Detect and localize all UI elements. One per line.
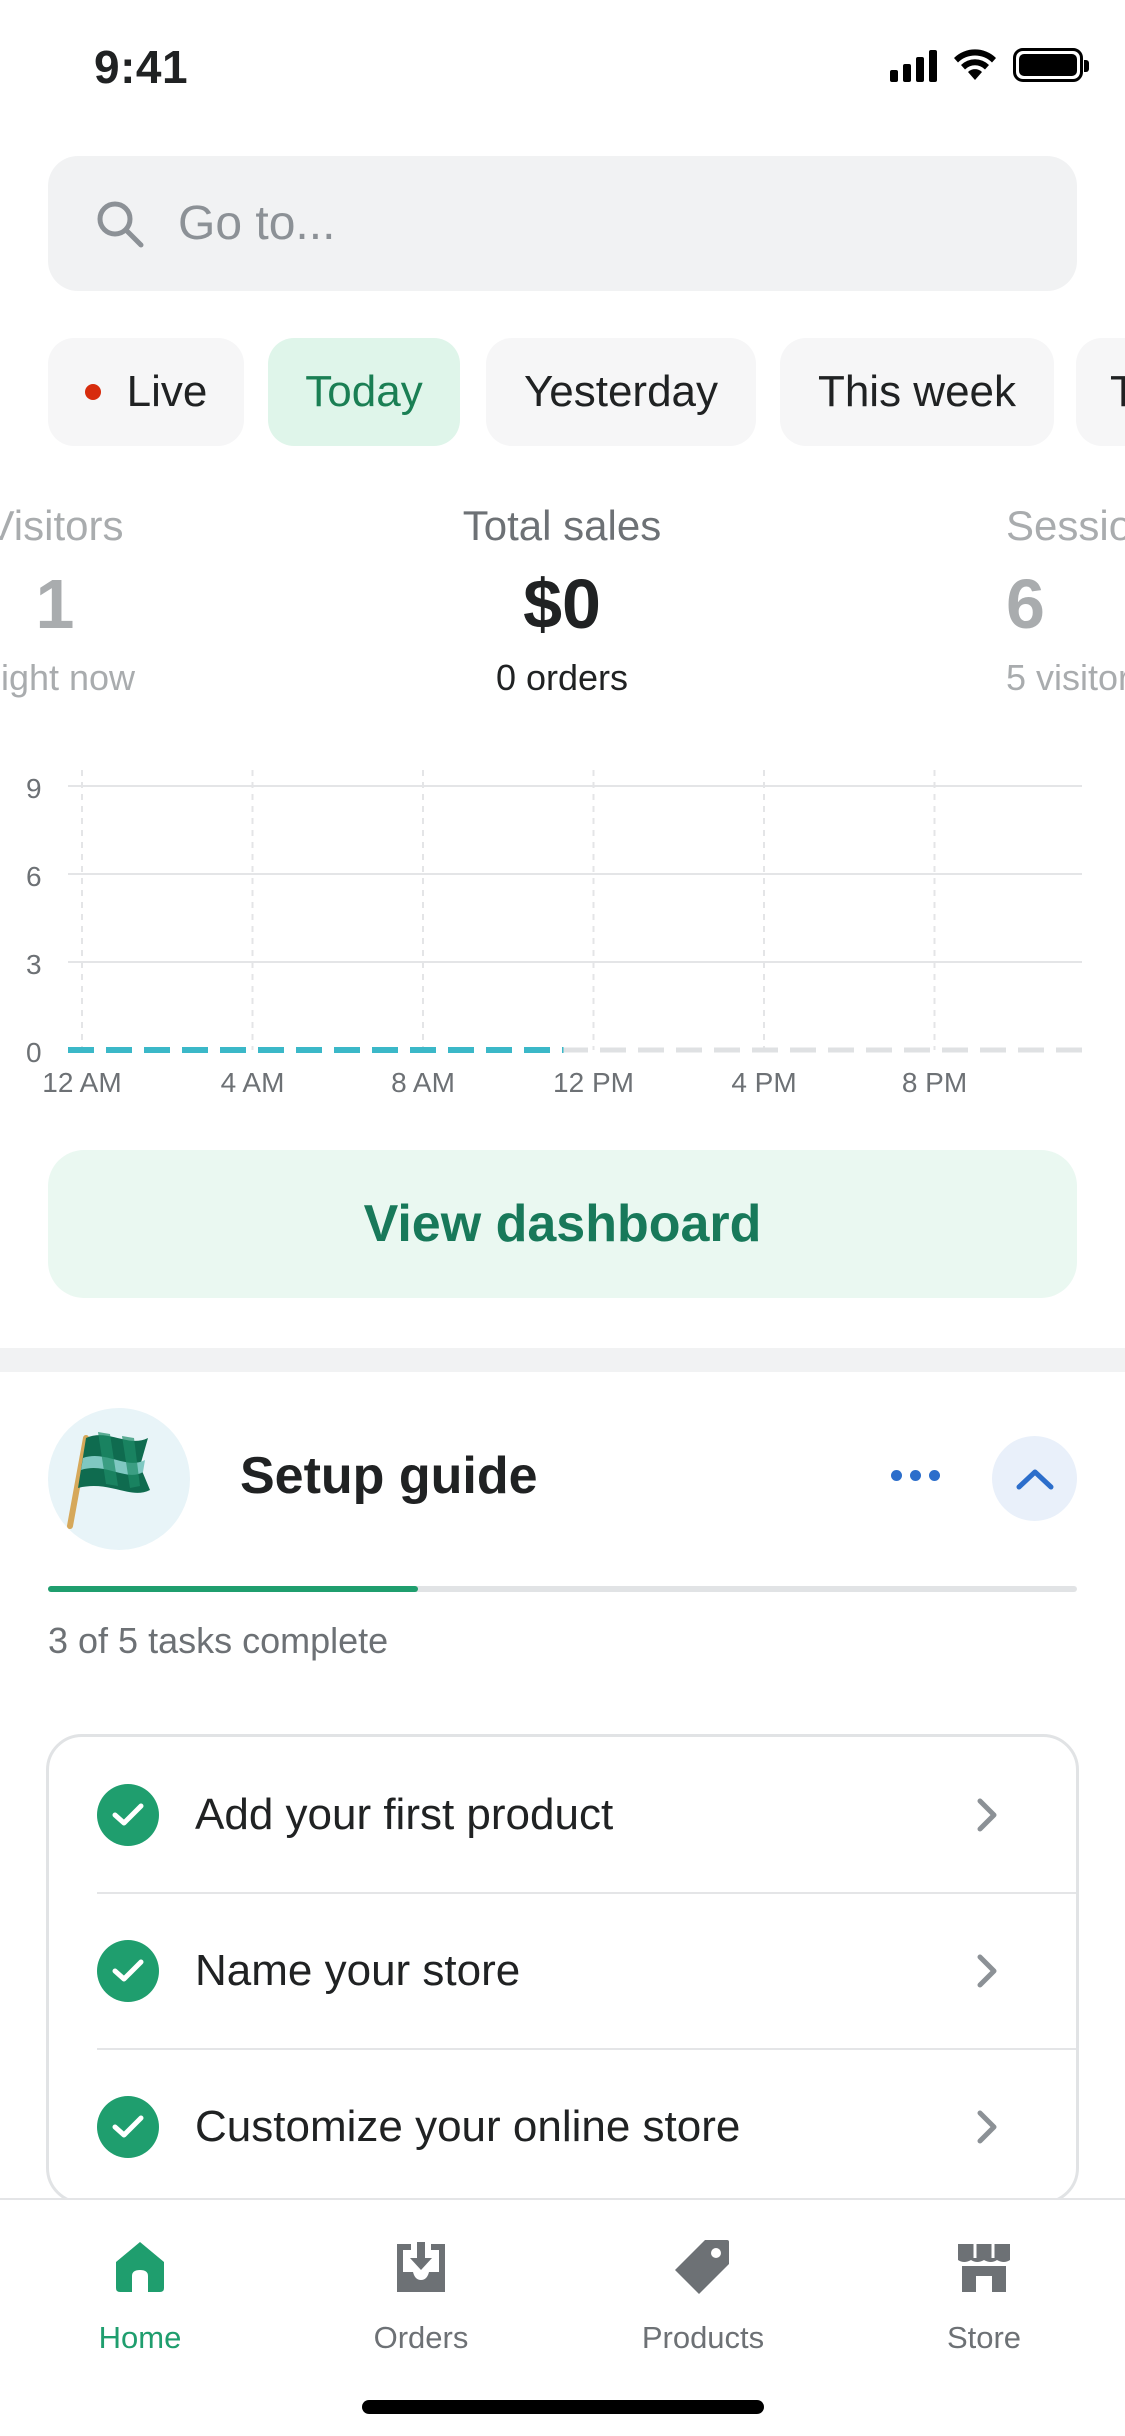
task-label: Name your store xyxy=(195,1946,521,1995)
metric-label: Sessions xyxy=(1006,502,1125,549)
chevron-right-icon xyxy=(977,2110,997,2144)
chart-y-tick-label: 3 xyxy=(26,949,42,980)
sales-chart: 0 3 6 9 12 AM 4 AM 8 AM 12 PM 4 PM 8 PM xyxy=(26,770,1082,1098)
tab-label: Home xyxy=(98,2320,182,2355)
setup-guide-title: Setup guide xyxy=(240,1447,538,1505)
metric-sub: 5 visitors xyxy=(1006,657,1125,698)
cellular-signal-icon xyxy=(890,48,937,82)
live-dot-icon xyxy=(84,384,101,400)
setup-progress-text: 3 of 5 tasks complete xyxy=(48,1620,389,1661)
metric-sub: 0 orders xyxy=(495,657,629,698)
setup-progress-fill xyxy=(48,1586,419,1592)
chart-x-tick-label: 12 AM xyxy=(42,1067,121,1098)
metric-value: $0 xyxy=(523,565,601,643)
dot xyxy=(928,1469,940,1481)
tag-icon xyxy=(675,2240,729,2294)
setup-task-list: Add your first product Name your store C… xyxy=(46,1734,1079,2204)
search-input[interactable] xyxy=(178,196,978,251)
task-label: Customize your online store xyxy=(195,2102,741,2151)
more-options-button[interactable] xyxy=(880,1440,950,1510)
chart-x-tick-label: 12 PM xyxy=(553,1067,634,1098)
chip-label: Yesterday xyxy=(523,367,719,416)
section-divider xyxy=(0,1348,1125,1372)
tab-home[interactable]: Home xyxy=(40,2236,240,2356)
chart-x-tick-label: 8 PM xyxy=(902,1067,967,1098)
dot xyxy=(890,1469,902,1481)
collapse-button[interactable] xyxy=(992,1436,1077,1521)
flag-icon xyxy=(48,1408,190,1550)
metric-value: 1 xyxy=(35,565,75,643)
status-time: 9:41 xyxy=(94,41,189,93)
status-icons xyxy=(890,48,1089,82)
chevron-up-icon xyxy=(1016,1469,1053,1489)
chip-label: T xyxy=(1110,367,1125,416)
tab-store[interactable]: Store xyxy=(884,2236,1084,2356)
chip-this-week[interactable]: This week xyxy=(780,338,1054,446)
metrics-carousel[interactable]: Visitors 1 Right now Total sales $0 0 or… xyxy=(0,498,1125,718)
home-icon xyxy=(116,2242,164,2292)
chip-next[interactable]: T xyxy=(1076,338,1125,446)
chart-x-tick-label: 4 AM xyxy=(221,1067,285,1098)
task-customize-online-store[interactable]: Customize your online store xyxy=(49,2049,1076,2201)
search-bar[interactable] xyxy=(48,156,1077,291)
chip-live[interactable]: Live xyxy=(48,338,244,446)
wifi-icon xyxy=(954,49,996,80)
tab-label: Orders xyxy=(373,2320,469,2355)
orders-inbox-icon xyxy=(397,2242,445,2292)
checkmark-circle-icon xyxy=(97,1940,159,2002)
chart-y-tick-label: 6 xyxy=(26,861,42,892)
tab-products[interactable]: Products xyxy=(603,2236,803,2356)
search-icon xyxy=(97,201,144,247)
chip-today[interactable]: Today xyxy=(268,338,460,446)
tab-label: Store xyxy=(946,2320,1022,2355)
chip-label: Live xyxy=(126,367,208,416)
chart-x-tick-label: 4 PM xyxy=(731,1067,796,1098)
checkmark-circle-icon xyxy=(97,2096,159,2158)
task-name-store[interactable]: Name your store xyxy=(49,1893,1076,2049)
metric-sub: Right now xyxy=(0,657,136,698)
chip-label: Today xyxy=(305,367,423,416)
chevron-right-icon xyxy=(977,1798,997,1832)
metric-value: 6 xyxy=(1006,565,1045,643)
status-bar: 9:41 xyxy=(0,0,1125,140)
metric-sessions[interactable]: Sessions 6 5 visitors xyxy=(1006,498,1125,702)
chip-yesterday[interactable]: Yesterday xyxy=(486,338,756,446)
store-icon xyxy=(958,2244,1010,2292)
chip-label: This week xyxy=(817,367,1017,416)
chart-y-tick-label: 0 xyxy=(26,1037,42,1068)
home-indicator xyxy=(362,2400,764,2414)
view-dashboard-button[interactable]: View dashboard xyxy=(48,1150,1077,1298)
chevron-right-icon xyxy=(977,1954,997,1988)
chart-x-tick-label: 8 AM xyxy=(391,1067,455,1098)
setup-progress-bar xyxy=(48,1586,1077,1592)
tab-orders[interactable]: Orders xyxy=(321,2236,521,2356)
metric-visitors[interactable]: Visitors 1 Right now xyxy=(0,498,245,702)
chart-y-tick-label: 9 xyxy=(26,773,42,804)
task-label: Add your first product xyxy=(195,1790,614,1839)
metric-total-sales[interactable]: Total sales $0 0 orders xyxy=(362,498,762,702)
metric-label: Visitors xyxy=(0,502,124,549)
metric-label: Total sales xyxy=(462,502,662,549)
date-filter-chips: Live Today Yesterday This week T xyxy=(48,338,1125,448)
tab-label: Products xyxy=(641,2320,765,2355)
task-add-first-product[interactable]: Add your first product xyxy=(49,1737,1076,1893)
dot xyxy=(909,1469,921,1481)
checkmark-circle-icon xyxy=(97,1784,159,1846)
battery-icon xyxy=(1013,48,1089,82)
